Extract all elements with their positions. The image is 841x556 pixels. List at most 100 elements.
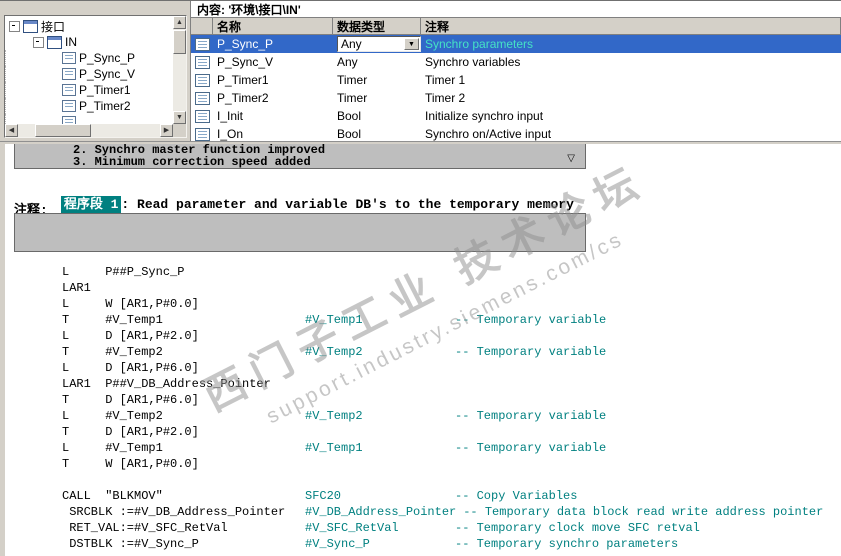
code-line: LAR1 — [62, 280, 823, 296]
expand-collapse-icon[interactable] — [33, 36, 44, 48]
description-line: 3. Minimum correction speed added — [73, 155, 311, 169]
collapse-triangle-icon[interactable]: ▽ — [567, 154, 575, 164]
cell-datatype: Timer — [337, 73, 368, 87]
code-instruction: LAR1 — [62, 281, 91, 295]
row-icon-cell — [191, 125, 213, 141]
content-path: 内容: '环境\接口\IN' — [197, 2, 301, 17]
header-comment: 注释 — [421, 18, 841, 34]
tree-node-partial[interactable] — [5, 114, 173, 124]
folder-in-icon — [47, 35, 62, 49]
code-instruction: T D [AR1,P#6.0] — [62, 393, 199, 407]
network-label[interactable]: 程序段 1 — [60, 196, 122, 213]
content-path-bar: 内容: '环境\接口\IN' — [190, 1, 841, 18]
cell-datatype: Bool — [337, 127, 362, 141]
code-instruction: L D [AR1,P#6.0] — [62, 361, 199, 375]
code-instruction: T W [AR1,P#0.0] — [62, 457, 199, 471]
tree-node-in[interactable]: IN — [5, 34, 173, 50]
code-line: L D [AR1,P#2.0] — [62, 328, 823, 344]
stl-editor-pane[interactable]: 2. Synchro master function improved 3. Mi… — [5, 144, 841, 556]
tree-node-p_timer2[interactable]: P_Timer2 — [5, 98, 173, 114]
table-row[interactable]: I_On Bool Synchro on/Active input — [191, 125, 841, 141]
scroll-up-icon: ▲ — [176, 19, 183, 26]
code-comment: -- Temporary variable — [455, 313, 607, 327]
expand-collapse-icon[interactable] — [9, 20, 20, 32]
code-line: DSTBLK :=#V_Sync_P #V_Sync_P -- Temporary … — [62, 536, 823, 552]
variable-declaration-table: 名称 数据类型 注释 P_Sync_P Any ▼ Synchro parameter… — [190, 18, 841, 141]
scroll-left-icon: ◀ — [8, 127, 15, 134]
scroll-down-button[interactable]: ▼ — [173, 111, 186, 124]
code-instruction: T #V_Temp2 — [62, 345, 163, 359]
row-icon-cell — [191, 107, 213, 125]
header-datatype: 数据类型 — [333, 18, 421, 34]
scroll-left-button[interactable]: ◀ — [5, 124, 18, 137]
variable-icon — [62, 68, 76, 80]
declaration-row-icon — [194, 73, 210, 87]
code-line: T D [AR1,P#6.0] — [62, 392, 823, 408]
declaration-row-icon — [194, 91, 210, 105]
datatype-combobox[interactable]: Any ▼ — [337, 36, 421, 52]
code-line: RET_VAL:=#V_SFC_RetVal #V_SFC_RetVal -- Te… — [62, 520, 823, 536]
tree-node-p_sync_p[interactable]: P_Sync_P — [5, 50, 173, 66]
code-line: CALL "BLKMOV" SFC20 -- Copy Variables — [62, 488, 823, 504]
table-row[interactable]: P_Timer1 Timer Timer 1 — [191, 71, 841, 89]
cell-comment: Synchro variables — [425, 55, 521, 69]
cell-datatype: Any — [337, 55, 358, 69]
tree-node-label: IN — [65, 35, 77, 49]
code-instruction: L P##P_Sync_P — [62, 265, 185, 279]
tree-horizontal-scrollbar[interactable]: ◀ ▶ — [5, 124, 173, 137]
code-instruction: CALL "BLKMOV" — [62, 489, 163, 503]
code-line: L W [AR1,P#0.0] — [62, 296, 823, 312]
cell-comment: Timer 1 — [425, 73, 466, 87]
code-symbol: #V_Temp1 — [305, 441, 363, 455]
cell-name: P_Sync_V — [217, 55, 274, 69]
scrollbar-corner — [173, 124, 186, 137]
horizontal-scroll-thumb[interactable] — [35, 124, 91, 137]
interface-tree-panel: 接口 IN P_Sync_P P_Sync_V P_Timer1 P_Timer2 ▲… — [4, 15, 187, 138]
declaration-row-icon — [194, 109, 210, 123]
tree-node-label: P_Sync_P — [79, 51, 136, 65]
code-comment: -- Temporary variable — [455, 441, 607, 455]
variable-icon — [62, 52, 76, 64]
row-icon-cell — [191, 71, 213, 89]
code-line: L #V_Temp1 #V_Temp1 -- Temporary variable — [62, 440, 823, 456]
code-symbol: #V_Temp2 — [305, 409, 363, 423]
table-row[interactable]: P_Timer2 Timer Timer 2 — [191, 89, 841, 107]
row-icon-cell — [191, 89, 213, 107]
code-comment: -- Copy Variables — [455, 489, 578, 503]
code-symbol: #V_DB_Address_Pointer — [305, 505, 457, 519]
code-instruction: SRCBLK :=#V_DB_Address_Pointer — [62, 505, 286, 519]
variable-icon — [62, 84, 76, 96]
interface-icon — [23, 19, 38, 33]
table-row[interactable]: I_Init Bool Initialize synchro input — [191, 107, 841, 125]
network-comment-box[interactable] — [14, 213, 586, 252]
tree-node-label: P_Timer2 — [79, 99, 131, 113]
network-title: : Read parameter and variable DB's to th… — [121, 197, 574, 212]
tree-node-p_sync_v[interactable]: P_Sync_V — [5, 66, 173, 82]
code-line: T #V_Temp1 #V_Temp1 -- Temporary variable — [62, 312, 823, 328]
cell-datatype: Bool — [337, 109, 362, 123]
tree-node-p_timer1[interactable]: P_Timer1 — [5, 82, 173, 98]
cell-name: P_Timer1 — [217, 73, 269, 87]
table-header-row: 名称 数据类型 注释 — [191, 18, 841, 35]
table-row[interactable]: P_Sync_P Any ▼ Synchro parameters — [191, 35, 841, 53]
scroll-right-button[interactable]: ▶ — [160, 124, 173, 137]
stl-code-area[interactable]: L P##P_Sync_P LAR1 L W [AR1,P#0.0] T #V_Tem… — [62, 264, 823, 552]
tree-vertical-scrollbar[interactable]: ▲ ▼ — [173, 16, 186, 124]
block-description-box: 2. Synchro master function improved 3. Mi… — [14, 144, 586, 169]
code-instruction: LAR1 P##V_DB_Address_Pointer — [62, 377, 271, 391]
code-symbol: #V_Temp2 — [305, 345, 363, 359]
cell-comment: Initialize synchro input — [425, 109, 544, 123]
code-instruction: L #V_Temp2 — [62, 409, 163, 423]
cell-name: I_On — [217, 127, 244, 141]
code-instruction: RET_VAL:=#V_SFC_RetVal — [62, 521, 228, 535]
code-symbol: #V_Temp1 — [305, 313, 363, 327]
table-row[interactable]: P_Sync_V Any Synchro variables — [191, 53, 841, 71]
tree-node-interface[interactable]: 接口 — [5, 18, 173, 34]
tree-children: P_Sync_P P_Sync_V P_Timer1 P_Timer2 — [5, 50, 173, 124]
scroll-up-button[interactable]: ▲ — [173, 16, 186, 29]
declaration-row-icon — [194, 37, 210, 51]
tree-node-label: 接口 — [41, 19, 66, 34]
combobox-dropdown-button[interactable]: ▼ — [404, 38, 419, 50]
vertical-scroll-thumb[interactable] — [173, 30, 186, 54]
